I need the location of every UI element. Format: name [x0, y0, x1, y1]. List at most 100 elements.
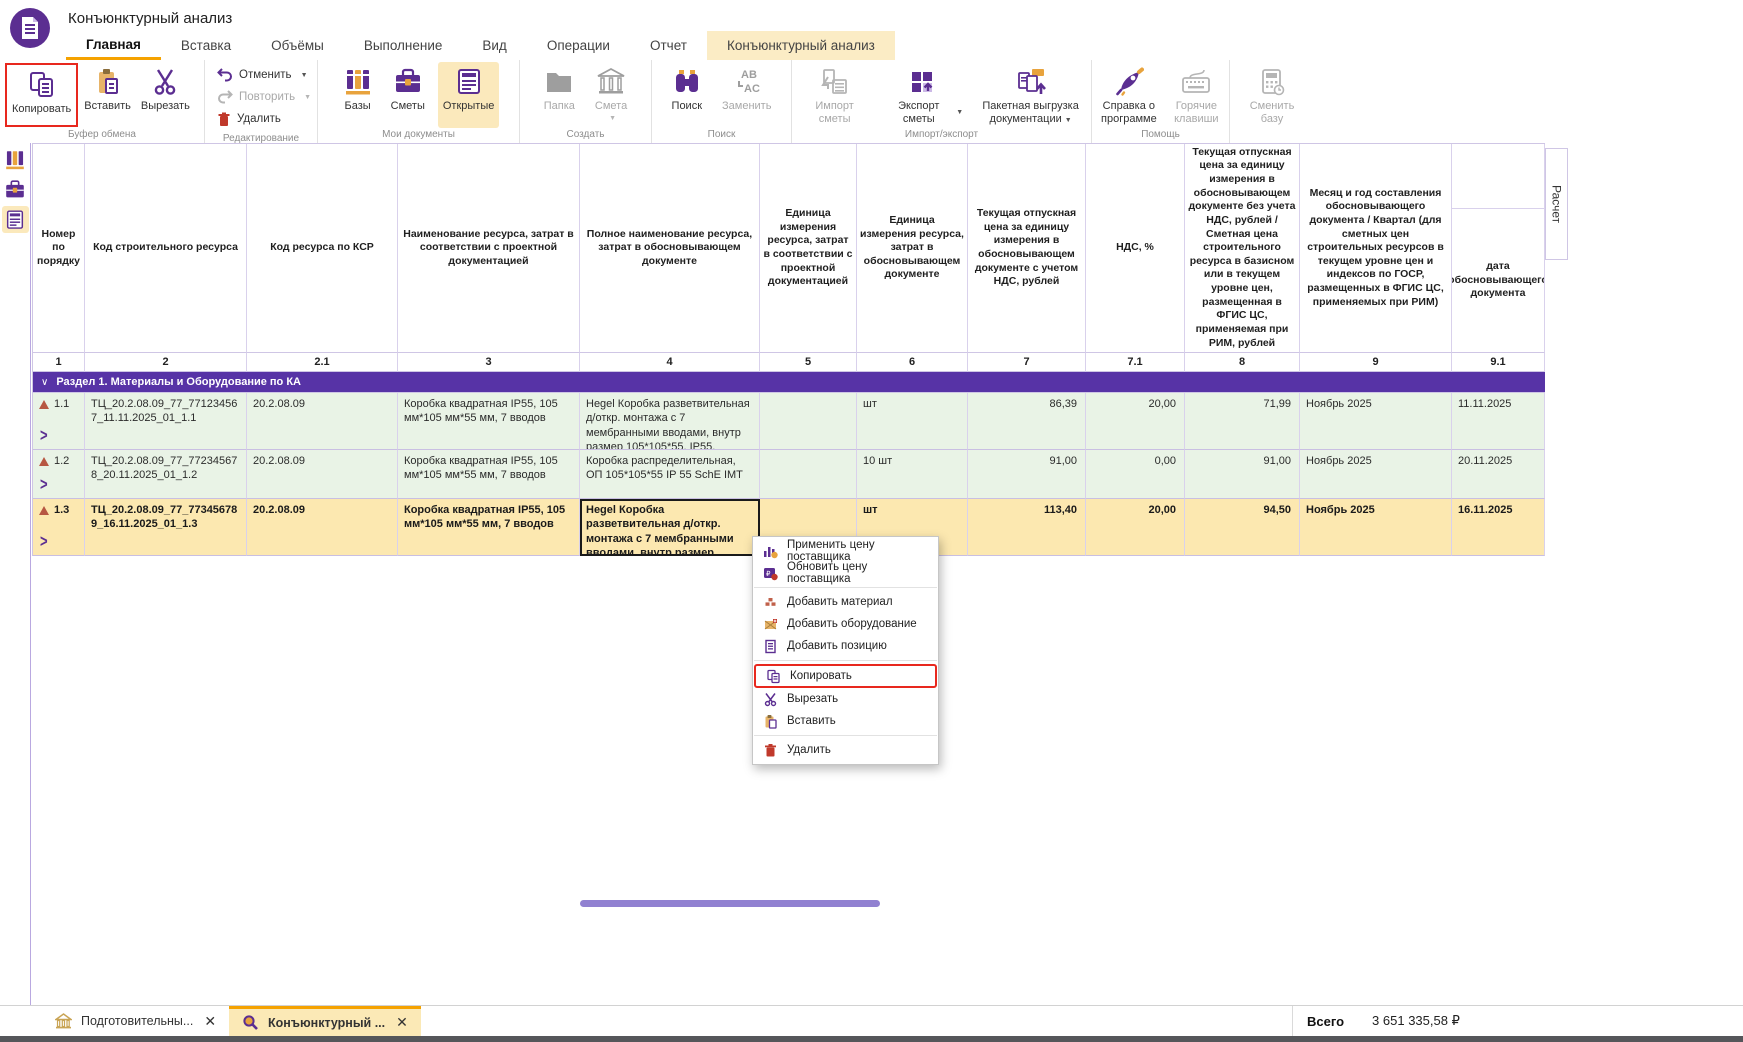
col-header-9: Месяц и год составления обосновывающего …: [1300, 144, 1452, 353]
redo-caret-icon[interactable]: ▼: [304, 94, 311, 101]
menu-delete[interactable]: Удалить: [753, 739, 938, 761]
table-header-row: Номер по порядку Код строительного ресур…: [33, 144, 1545, 353]
col-header-7-1: НДС, %: [1086, 144, 1185, 353]
tab-vid[interactable]: Вид: [462, 31, 526, 60]
batch-caret-icon[interactable]: ▼: [1065, 117, 1072, 124]
col-header-2: Код строительного ресурса: [85, 144, 247, 353]
group-create: Папка Смета ▼ Создать: [520, 60, 652, 143]
tab-vypolnenie[interactable]: Выполнение: [344, 31, 463, 60]
tab-konyunkturny-analiz[interactable]: Конъюнктурный анализ: [707, 31, 895, 60]
expand-row-button[interactable]: >: [40, 531, 48, 554]
open-documents-icon: [454, 66, 484, 98]
folder-button[interactable]: Папка: [539, 62, 580, 128]
menu-separator: [754, 660, 937, 661]
delete-icon: [763, 743, 778, 758]
svg-text:AC: AC: [744, 83, 760, 95]
search-button[interactable]: Поиск: [667, 62, 707, 128]
menu-cut[interactable]: Вырезать: [753, 688, 938, 710]
section-collapse-icon[interactable]: ∨: [41, 377, 48, 388]
add-equipment-icon: [763, 617, 778, 632]
delete-button[interactable]: Удалить: [217, 110, 311, 128]
estimate-table: Номер по порядку Код строительного ресур…: [32, 143, 1545, 556]
warning-icon: [39, 457, 49, 466]
replace-button[interactable]: ABAC Заменить: [717, 62, 776, 128]
tab-glavnaya[interactable]: Главная: [66, 31, 161, 60]
sidebar-open-documents-icon[interactable]: [2, 206, 29, 233]
scissors-icon: [150, 66, 180, 98]
focused-cell[interactable]: Hegel Коробка разветвительная д/откр. мо…: [580, 499, 760, 556]
scrollbar-thumb[interactable]: [580, 900, 880, 907]
open-documents-button[interactable]: Открытые: [438, 62, 500, 128]
tab-otchet[interactable]: Отчет: [630, 31, 707, 60]
binoculars-icon: [672, 66, 702, 98]
apply-price-icon: [763, 544, 778, 559]
col-header-2-1: Код ресурса по КСР: [247, 144, 398, 353]
menu-add-material[interactable]: Добавить материал: [753, 591, 938, 613]
app-logo-icon: [10, 8, 50, 48]
change-base-button[interactable]: Сменить базу: [1240, 62, 1304, 139]
tab-vstavka[interactable]: Вставка: [161, 31, 251, 60]
menu-apply-supplier-price[interactable]: Применить цену поставщика: [753, 540, 938, 562]
trash-icon: [217, 112, 231, 127]
group-change-base: Сменить базу: [1230, 60, 1314, 143]
expand-row-button[interactable]: >: [40, 474, 48, 497]
rocket-icon: [1114, 66, 1144, 98]
col-header-1: Номер по порядку: [33, 144, 85, 353]
section-row[interactable]: ∨ Раздел 1. Материалы и Оборудование по …: [33, 372, 1545, 393]
paste-button[interactable]: Вставить: [79, 62, 136, 128]
estimate-caret-icon[interactable]: ▼: [609, 115, 616, 123]
horizontal-scrollbar[interactable]: [32, 899, 1545, 908]
expand-row-button[interactable]: >: [40, 425, 48, 448]
menu-copy[interactable]: Копировать: [754, 664, 937, 688]
document-title: Конъюнктурный анализ: [68, 10, 232, 27]
ribbon-toolbar: Копировать Вставить Вырезать Буфер обмен…: [0, 60, 1743, 143]
menu-add-position[interactable]: Добавить позицию: [753, 635, 938, 657]
col-header-5: Единица измерения ресурса, затрат в соот…: [760, 144, 857, 353]
menu-add-equipment[interactable]: Добавить оборудование: [753, 613, 938, 635]
sidebar-bases-icon[interactable]: [2, 146, 29, 173]
menu-update-supplier-price[interactable]: ₽ Обновить цену поставщика: [753, 562, 938, 584]
undo-icon: [217, 68, 233, 82]
group-editing: Отменить▼ Повторить▼ Удалить Редактирова…: [205, 60, 318, 143]
bases-button[interactable]: Базы: [338, 62, 378, 128]
cut-icon: [763, 692, 778, 707]
undo-caret-icon[interactable]: ▼: [301, 72, 308, 79]
hotkeys-button[interactable]: Горячие клавиши: [1168, 62, 1225, 128]
tab-obyomy[interactable]: Объёмы: [251, 31, 344, 60]
tab-operacii[interactable]: Операции: [527, 31, 630, 60]
close-tab-icon[interactable]: ✕: [396, 1014, 408, 1031]
col-header-3: Наименование ресурса, затрат в соответст…: [398, 144, 580, 353]
menu-separator: [754, 735, 937, 736]
menu-separator: [754, 587, 937, 588]
batch-upload-button[interactable]: Пакетная выгрузка документации▼: [974, 62, 1087, 128]
close-tab-icon[interactable]: ✕: [204, 1013, 216, 1030]
export-estimate-button[interactable]: Экспорт сметы▼: [879, 62, 968, 128]
briefcase-icon: [393, 66, 423, 98]
menu-paste[interactable]: Вставить: [753, 710, 938, 732]
sidebar-estimates-icon[interactable]: [2, 176, 29, 203]
about-button[interactable]: Справка о программе: [1096, 62, 1162, 128]
column-number-row: 1 2 2.1 3 4 5 6 7 7.1 8 9 9.1: [33, 353, 1545, 372]
total-label: Всего: [1307, 1014, 1344, 1029]
group-my-documents: Базы Сметы Открытые Мои документы: [318, 60, 520, 143]
tab-market-analysis[interactable]: Конъюнктурный ... ✕: [229, 1006, 421, 1036]
cut-button[interactable]: Вырезать: [136, 62, 195, 128]
copy-highlight-box: Копировать: [5, 63, 78, 127]
col-header-4: Полное наименование ресурса, затрат в об…: [580, 144, 760, 353]
tab-preparatory[interactable]: Подготовительны... ✕: [42, 1006, 229, 1036]
keyboard-icon: [1180, 66, 1212, 98]
import-estimate-button[interactable]: Импорт сметы: [796, 62, 873, 128]
document-tab-bar: Подготовительны... ✕ Конъюнктурный ... ✕: [0, 1005, 1743, 1036]
export-caret-icon[interactable]: ▼: [956, 109, 963, 117]
col-header-9-1: дата обосновывающего документа: [1452, 144, 1545, 353]
table-row[interactable]: 1.1> ТЦ_20.2.08.09_77_771234567_11.11.20…: [33, 393, 1545, 450]
estimates-button[interactable]: Сметы: [386, 62, 430, 128]
undo-button[interactable]: Отменить▼: [217, 66, 311, 84]
calc-side-tab[interactable]: Расчет: [1545, 148, 1568, 260]
estimate-button[interactable]: Смета ▼: [590, 62, 632, 128]
redo-button[interactable]: Повторить▼: [217, 88, 311, 106]
copy-button[interactable]: Копировать: [7, 65, 76, 125]
app-window: Конъюнктурный анализ Главная Вставка Объ…: [0, 0, 1743, 1042]
svg-text:AB: AB: [741, 69, 757, 81]
table-row[interactable]: 1.2> ТЦ_20.2.08.09_77_772345678_20.11.20…: [33, 450, 1545, 499]
